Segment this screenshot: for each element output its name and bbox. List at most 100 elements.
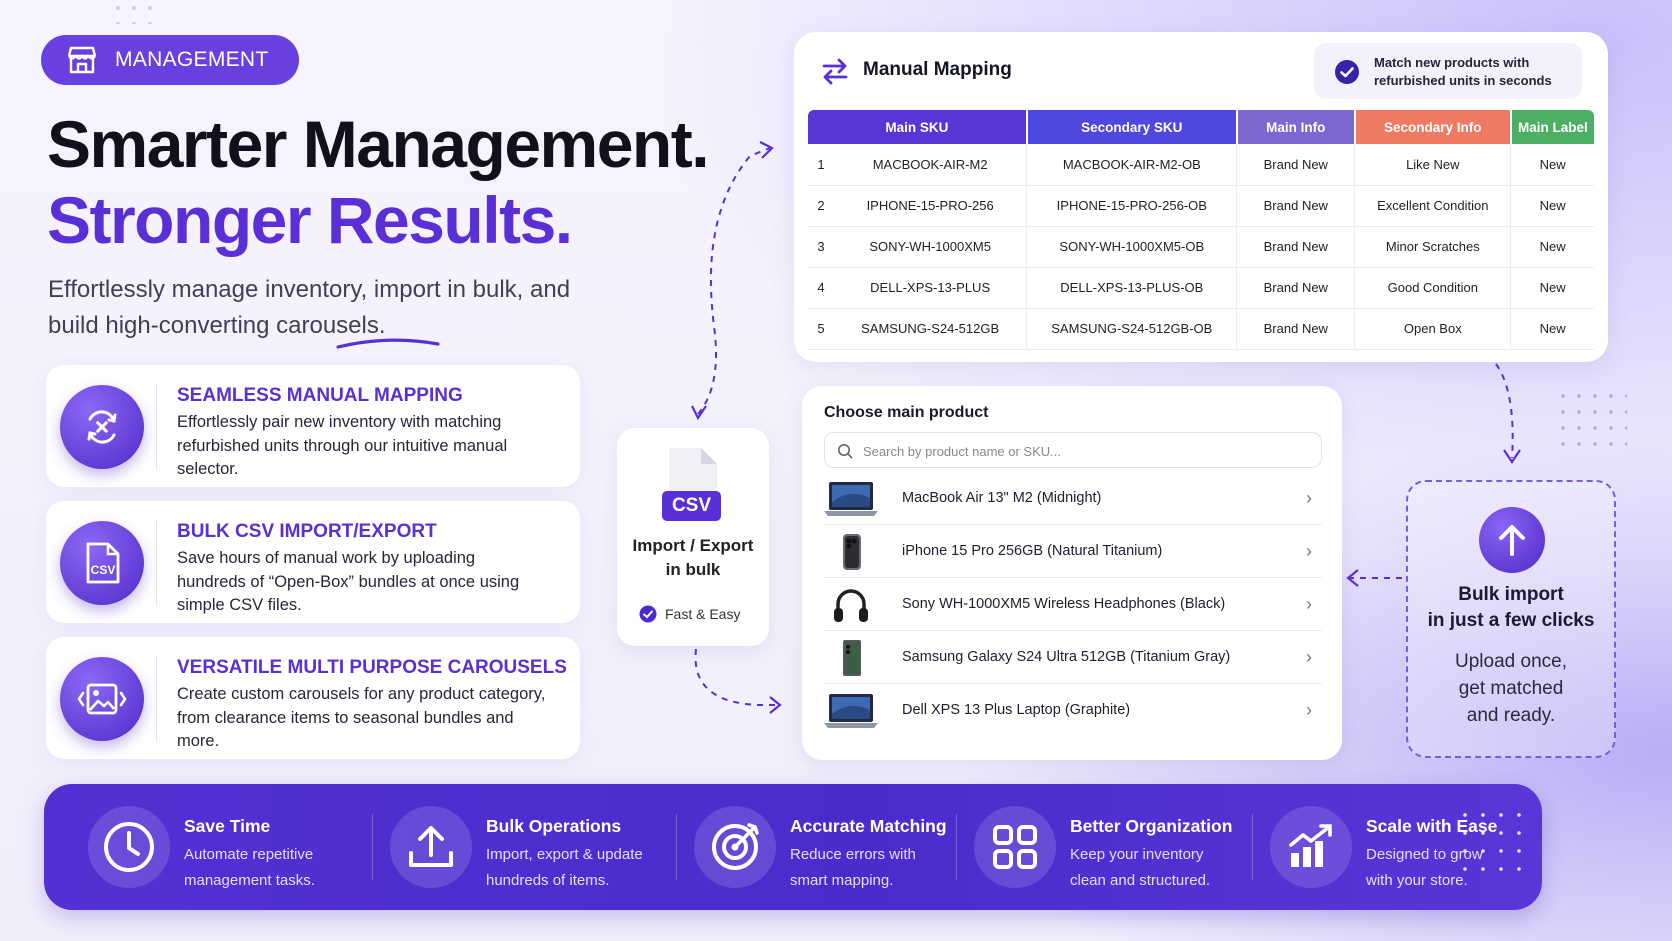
table-cell: IPHONE-15-PRO-256-OB <box>1026 185 1238 227</box>
swap-arrows-icon <box>822 58 848 85</box>
badge-label: MANAGEMENT <box>115 48 269 71</box>
feature-card-manual-mapping: SEAMLESS MANUAL MAPPING Effortlessly pai… <box>46 365 580 487</box>
table-row[interactable]: 3 SONY-WH-1000XM5 SONY-WH-1000XM5-OB Brand … <box>808 226 1594 268</box>
headline-line1: Smarter Management. <box>47 107 710 181</box>
chevron-right-icon[interactable]: › <box>1306 594 1312 615</box>
store-icon <box>67 46 97 74</box>
product-name: Samsung Galaxy S24 Ultra 512GB (Titanium… <box>902 649 1231 665</box>
subtitle: Effortlessly manage inventory, import in… <box>48 276 571 339</box>
bulk-description: Upload once, get matched and ready. <box>1455 651 1567 726</box>
table-cell: MACBOOK-AIR-M2 <box>834 144 1028 186</box>
benefits-band: Save Time Automate repetitive management… <box>44 784 1542 910</box>
clock-icon <box>88 806 170 888</box>
chevron-right-icon[interactable]: › <box>1306 647 1312 668</box>
check-circle-icon <box>639 605 657 623</box>
headline-line2: Stronger Results. <box>47 183 573 257</box>
csv-file-icon: CSV <box>60 521 144 605</box>
upload-icon <box>390 806 472 888</box>
table-cell: IPHONE-15-PRO-256 <box>834 185 1028 227</box>
feature-text: Save hours of manual work by uploading h… <box>177 549 520 614</box>
feature-title: BULK CSV IMPORT/EXPORT <box>177 521 437 542</box>
search-icon <box>838 444 853 459</box>
table-row[interactable]: 4 DELL-XPS-13-PLUS DELL-XPS-13-PLUS-OB Bran… <box>808 267 1594 309</box>
svg-text:CSV: CSV <box>91 563 116 577</box>
table-cell: Brand New <box>1236 308 1356 350</box>
column-header[interactable]: Secondary Info <box>1354 110 1512 144</box>
fast-easy-note: Fast & Easy <box>639 605 740 623</box>
flow-arrow <box>694 648 782 714</box>
column-header[interactable]: Main SKU <box>808 110 1028 144</box>
product-list-item[interactable]: Samsung Galaxy S24 Ultra 512GB (Titanium… <box>824 631 1322 684</box>
management-badge: MANAGEMENT <box>41 35 299 85</box>
phone-icon <box>824 639 878 677</box>
panel-title: Choose main product <box>824 404 989 421</box>
product-name: Sony WH-1000XM5 Wireless Headphones (Bla… <box>902 596 1226 612</box>
flow-arrow <box>1495 363 1521 464</box>
table-row[interactable]: 2 IPHONE-15-PRO-256 IPHONE-15-PRO-256-OB Br… <box>808 185 1594 227</box>
row-number: 2 <box>808 185 834 227</box>
row-number: 3 <box>808 226 834 268</box>
product-list-item[interactable]: iPhone 15 Pro 256GB (Natural Titanium) › <box>824 525 1322 578</box>
table-cell: SAMSUNG-S24-512GB <box>834 308 1028 350</box>
table-cell: Brand New <box>1236 185 1356 227</box>
table-cell: Like New <box>1354 144 1512 186</box>
sync-icon <box>60 385 144 469</box>
column-header[interactable]: Main Label <box>1510 110 1594 144</box>
image-carousel-icon <box>60 657 144 741</box>
phone-icon <box>824 533 878 571</box>
column-header[interactable]: Secondary SKU <box>1026 110 1238 144</box>
row-number: 5 <box>808 308 834 350</box>
panel-title: Manual Mapping <box>863 59 1012 80</box>
table-cell: SONY-WH-1000XM5 <box>834 226 1028 268</box>
match-text: Match new products with refurbished unit… <box>1374 55 1552 88</box>
table-cell: DELL-XPS-13-PLUS <box>834 267 1028 309</box>
underline-swoosh <box>336 338 440 349</box>
table-cell: SAMSUNG-S24-512GB-OB <box>1026 308 1238 350</box>
product-list-item[interactable]: Sony WH-1000XM5 Wireless Headphones (Bla… <box>824 578 1322 631</box>
csv-tag: CSV <box>662 491 721 521</box>
flow-arrow <box>1346 569 1402 587</box>
table-cell: DELL-XPS-13-PLUS-OB <box>1026 267 1238 309</box>
table-cell: New <box>1510 226 1594 268</box>
column-header[interactable]: Main Info <box>1236 110 1356 144</box>
product-list-item[interactable]: Dell XPS 13 Plus Laptop (Graphite) › <box>824 684 1322 737</box>
table-cell: Good Condition <box>1354 267 1512 309</box>
chevron-right-icon[interactable]: › <box>1306 488 1312 509</box>
table-cell: Minor Scratches <box>1354 226 1512 268</box>
laptop-icon <box>824 692 878 730</box>
chevron-right-icon[interactable]: › <box>1306 700 1312 721</box>
decorative-dots <box>110 0 158 24</box>
bulk-import-box: Bulk import in just a few clicks Upload o… <box>1406 480 1616 758</box>
headphones-icon <box>824 586 878 624</box>
csv-import-card[interactable]: CSV Import / Export in bulk Fast & Easy <box>617 428 769 646</box>
table-cell: MACBOOK-AIR-M2-OB <box>1026 144 1238 186</box>
mapping-table: Main SKU Secondary SKU Main Info Seconda… <box>808 110 1594 350</box>
growth-chart-icon <box>1270 806 1352 888</box>
table-cell: SONY-WH-1000XM5-OB <box>1026 226 1238 268</box>
table-cell: Brand New <box>1236 267 1356 309</box>
bulk-title: Bulk import in just a few clicks <box>1427 584 1595 631</box>
product-list-item[interactable]: MacBook Air 13" M2 (Midnight) › <box>824 472 1322 525</box>
product-name: MacBook Air 13" M2 (Midnight) <box>902 490 1102 506</box>
search-placeholder: Search by product name or SKU... <box>863 444 1061 459</box>
table-cell: Open Box <box>1354 308 1512 350</box>
decorative-dots <box>1456 806 1528 884</box>
manual-mapping-panel: Manual Mapping Match new products with r… <box>794 32 1608 362</box>
product-search-input[interactable]: Search by product name or SKU... <box>824 432 1322 468</box>
choose-product-panel: Choose main product Search by product na… <box>802 386 1342 760</box>
table-cell: Brand New <box>1236 226 1356 268</box>
product-name: Dell XPS 13 Plus Laptop (Graphite) <box>902 702 1131 718</box>
table-row[interactable]: 1 MACBOOK-AIR-M2 MACBOOK-AIR-M2-OB Brand Ne… <box>808 144 1594 186</box>
row-number: 1 <box>808 144 834 186</box>
upload-arrow-icon[interactable] <box>1479 507 1545 573</box>
product-name: iPhone 15 Pro 256GB (Natural Titanium) <box>902 543 1163 559</box>
match-callout: Match new products with refurbished unit… <box>1314 43 1582 99</box>
target-icon <box>694 806 776 888</box>
row-number: 4 <box>808 267 834 309</box>
grid-icon <box>974 806 1056 888</box>
table-row[interactable]: 5 SAMSUNG-S24-512GB SAMSUNG-S24-512GB-OB Br… <box>808 308 1594 350</box>
decorative-dots <box>1555 388 1627 452</box>
feature-card-carousels: VERSATILE MULTI PURPOSE CAROUSELS Create… <box>46 637 580 759</box>
chevron-right-icon[interactable]: › <box>1306 541 1312 562</box>
laptop-icon <box>824 480 878 518</box>
